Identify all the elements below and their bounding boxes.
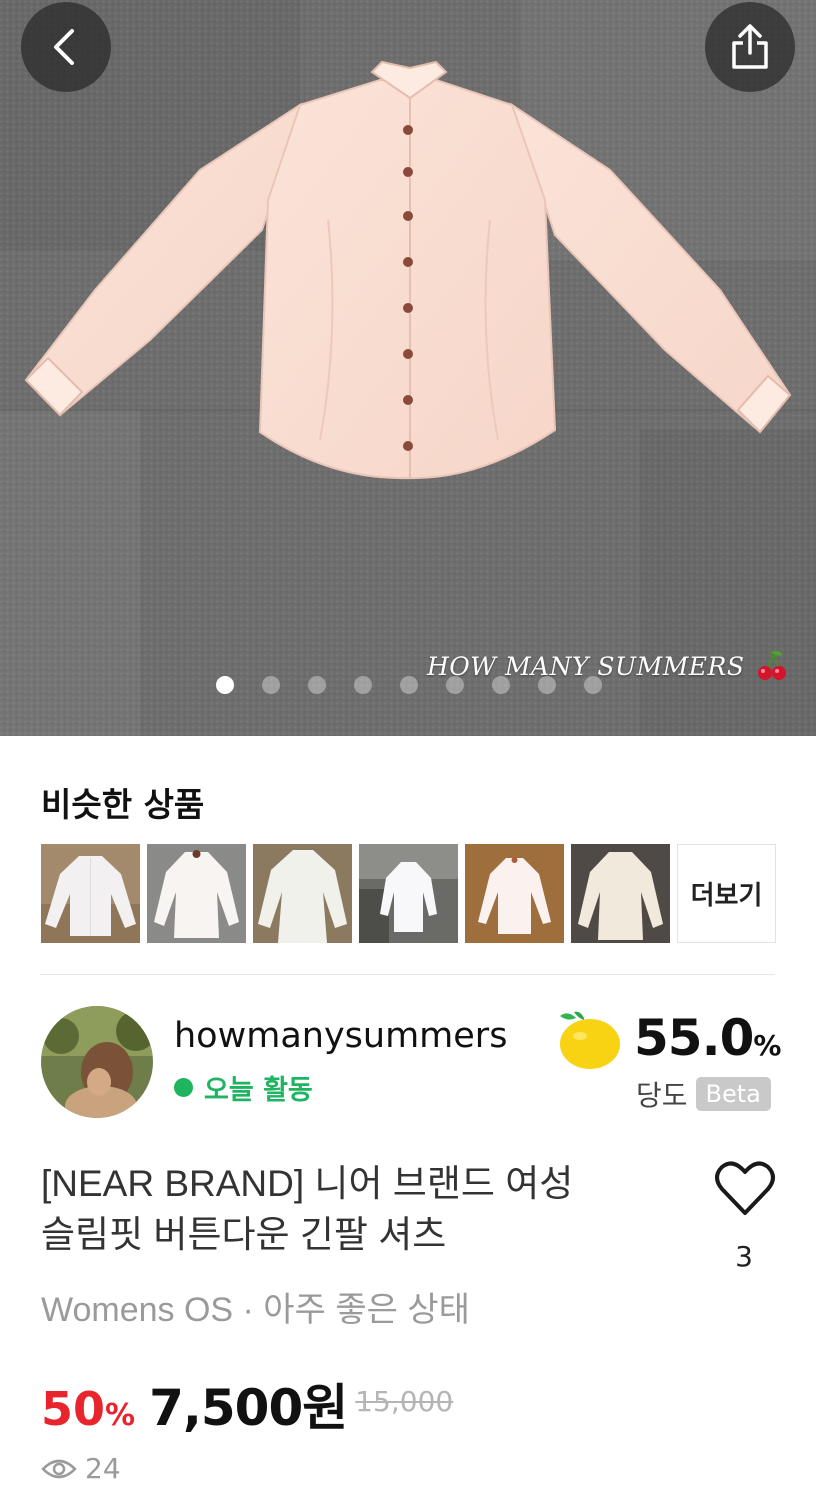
discount-rate: 50: [41, 1382, 106, 1436]
online-dot-icon: [174, 1078, 193, 1097]
shirt-thumbnail-image: [465, 844, 564, 943]
carousel-dot-3[interactable]: [308, 676, 326, 694]
section-divider: [40, 974, 775, 975]
sweetness-label-row: 당도 Beta: [636, 1074, 771, 1114]
similar-item-thumbnail[interactable]: [147, 844, 246, 943]
sweetness-label: 당도: [636, 1079, 688, 1112]
shirt-thumbnail-image: [253, 844, 352, 943]
carousel-dot-5[interactable]: [400, 676, 418, 694]
shirt-thumbnail-image: [41, 844, 140, 943]
beta-badge: Beta: [695, 1077, 771, 1111]
shirt-thumbnail-image: [147, 844, 246, 943]
sweetness-value: 55.0: [634, 1009, 754, 1067]
activity-label: 오늘 활동: [204, 1075, 313, 1106]
product-title: [NEAR BRAND] 니어 브랜드 여성 슬림핏 버튼다운 긴팔 셔츠: [41, 1158, 651, 1260]
similar-item-thumbnail[interactable]: [571, 844, 670, 943]
apple-icon: [560, 1011, 620, 1069]
chevron-left-icon: [54, 29, 74, 65]
view-count: 24: [41, 1452, 121, 1485]
carousel-dot-7[interactable]: [492, 676, 510, 694]
similar-item-thumbnail[interactable]: [465, 844, 564, 943]
seller-avatar[interactable]: [41, 1006, 153, 1118]
carousel-dot-6[interactable]: [446, 676, 464, 694]
carousel-pagination: [216, 676, 602, 694]
carousel-dot-8[interactable]: [538, 676, 556, 694]
carousel-dot-1[interactable]: [216, 676, 234, 694]
cherry-icon: [757, 651, 786, 680]
carousel-dot-2[interactable]: [262, 676, 280, 694]
discount-unit: %: [105, 1398, 136, 1433]
sale-price: 7,500원: [149, 1379, 348, 1437]
more-similar-button[interactable]: 더보기: [677, 844, 776, 943]
similar-items-heading: 비슷한 상품: [41, 785, 205, 824]
similar-item-thumbnail[interactable]: [359, 844, 458, 943]
eye-icon: [41, 1459, 77, 1478]
product-title-line-1: [NEAR BRAND] 니어 브랜드 여성: [41, 1163, 574, 1204]
product-image-carousel[interactable]: HOW MANY SUMMERS: [0, 0, 816, 736]
seller-name[interactable]: howmanysummers: [174, 1016, 507, 1056]
like-count: 3: [735, 1240, 753, 1273]
product-title-line-2: 슬림핏 버튼다운 긴팔 셔츠: [41, 1214, 447, 1255]
heart-icon[interactable]: [714, 1158, 776, 1220]
carousel-dot-9[interactable]: [584, 676, 602, 694]
back-button[interactable]: [21, 2, 111, 92]
product-meta: Womens OS · 아주 좋은 상태: [41, 1291, 470, 1329]
view-count-value: 24: [85, 1452, 121, 1485]
sweetness-unit: %: [753, 1029, 782, 1062]
shirt-thumbnail-image: [359, 844, 458, 943]
similar-item-thumbnail[interactable]: [41, 844, 140, 943]
share-icon: [732, 24, 768, 69]
original-price: 15,000: [355, 1385, 454, 1418]
carousel-dot-4[interactable]: [354, 676, 372, 694]
activity-status: 오늘 활동: [174, 1068, 313, 1107]
share-button[interactable]: [705, 2, 795, 92]
avatar-image: [41, 1006, 153, 1118]
price-row: 50 % 7,500원 15,000: [41, 1368, 453, 1440]
sweetness-score[interactable]: 55.0%: [554, 1006, 781, 1070]
product-photo: [0, 0, 816, 736]
similar-items-list: 더보기: [41, 844, 776, 943]
shirt-thumbnail-image: [571, 844, 670, 943]
similar-item-thumbnail[interactable]: [253, 844, 352, 943]
